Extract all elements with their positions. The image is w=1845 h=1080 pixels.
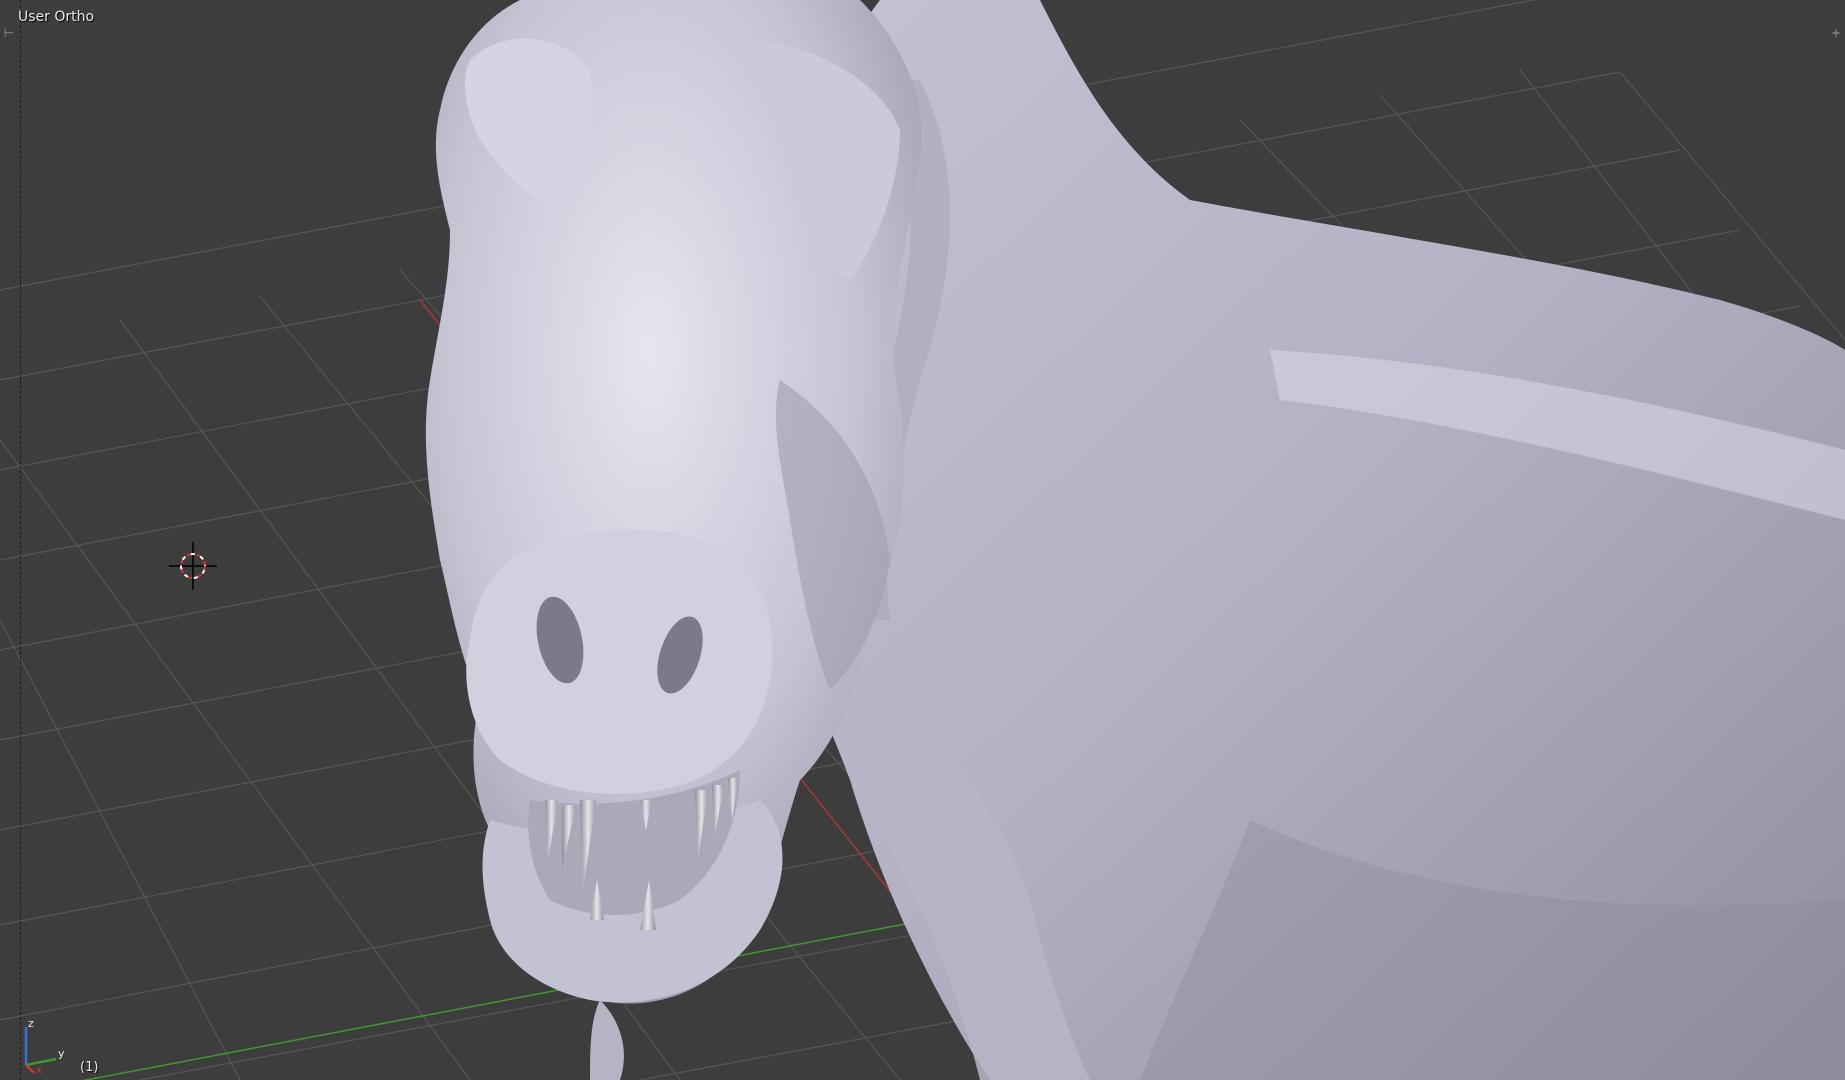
chin [590,1000,624,1080]
region-divider [20,0,21,1080]
axis-gizmo: z y x [24,1017,65,1075]
3d-viewport[interactable]: User Ortho ⊢ + z y x (1) [0,0,1845,1080]
axis-label-z: z [28,1017,34,1030]
view-label: User Ortho [18,9,95,25]
area-split-handle-left[interactable]: ⊢ [0,24,18,42]
axis-label-x: x [36,1065,42,1075]
viewport-scene[interactable] [0,0,1845,1080]
axis-label-y: y [58,1047,65,1060]
area-split-handle-right[interactable]: + [1827,24,1845,42]
frame-number: (1) [80,1060,99,1075]
dinosaur-mesh[interactable] [425,0,1845,1080]
3d-cursor[interactable] [169,542,217,590]
snout [466,529,773,794]
